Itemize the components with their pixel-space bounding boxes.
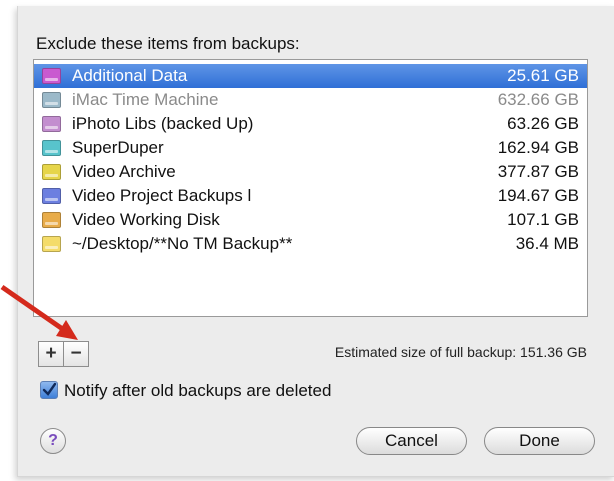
list-item[interactable]: SuperDuper 162.94 GB — [34, 136, 587, 160]
item-name: iMac Time Machine — [72, 90, 219, 109]
item-size: 632.66 GB — [497, 90, 579, 109]
item-name: Video Project Backups l — [72, 186, 252, 205]
exclude-list[interactable]: Additional Data 25.61 GB iMac Time Machine… — [33, 59, 588, 317]
item-name: Additional Data — [72, 66, 188, 85]
item-name: iPhoto Libs (backed Up) — [72, 114, 254, 133]
annotation-arrow-icon — [0, 284, 78, 340]
item-size: 25.61 GB — [507, 66, 579, 85]
list-item[interactable]: Video Project Backups l 194.67 GB — [34, 184, 587, 208]
done-button[interactable]: Done — [484, 427, 595, 455]
notify-checkbox[interactable] — [40, 381, 58, 399]
checkmark-icon — [42, 382, 57, 396]
list-item[interactable]: iPhoto Libs (backed Up) 63.26 GB — [34, 112, 587, 136]
item-name: ~/Desktop/**No TM Backup** — [72, 234, 293, 253]
item-size: 194.67 GB — [497, 186, 579, 205]
list-item[interactable]: iMac Time Machine 632.66 GB — [34, 88, 587, 112]
list-item[interactable]: Video Archive 377.87 GB — [34, 160, 587, 184]
item-size: 36.4 MB — [515, 234, 579, 253]
item-size: 377.87 GB — [497, 162, 579, 181]
item-size: 107.1 GB — [507, 210, 579, 229]
item-name: Video Archive — [72, 162, 176, 181]
item-size: 162.94 GB — [497, 138, 579, 157]
list-item[interactable]: Additional Data 25.61 GB — [34, 64, 587, 88]
help-button[interactable]: ? — [40, 428, 66, 454]
item-name: SuperDuper — [72, 138, 164, 157]
notify-label: Notify after old backups are deleted — [64, 381, 332, 400]
item-size: 63.26 GB — [507, 114, 579, 133]
item-name: Video Working Disk — [72, 210, 220, 229]
cancel-button[interactable]: Cancel — [356, 427, 467, 455]
list-item[interactable]: ~/Desktop/**No TM Backup** 36.4 MB — [34, 232, 587, 256]
estimated-size-label: Estimated size of full backup: 151.36 GB — [334, 344, 587, 360]
list-item[interactable]: Video Working Disk 107.1 GB — [34, 208, 587, 232]
